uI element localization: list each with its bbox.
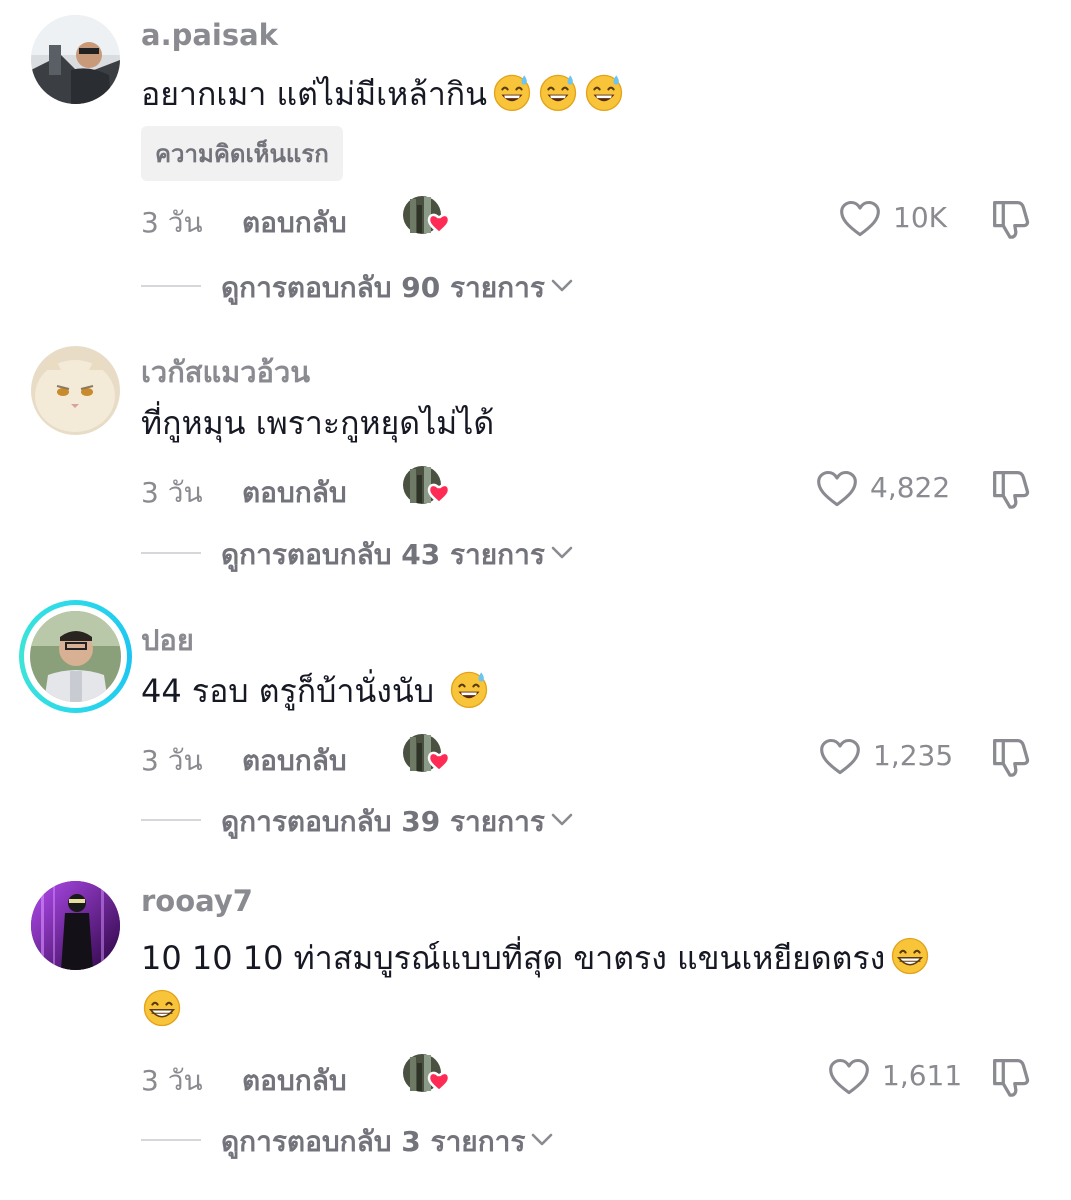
view-replies-label: ดูการตอบกลับ 43 รายการ <box>221 538 545 571</box>
view-replies-label: ดูการตอบกลับ 90 รายการ <box>221 271 545 304</box>
divider <box>141 819 201 821</box>
comment-text: 10 10 10 ท่าสมบูรณ์แบบที่สุด ขาตรง แขนเห… <box>141 932 931 1036</box>
comment-text-body: 44 รอบ ตรูก็บ้านั่งนับ <box>141 672 445 710</box>
sweat-smile-emoji <box>537 71 579 113</box>
reply-button[interactable]: ตอบกลับ <box>242 471 347 515</box>
reply-button[interactable]: ตอบกลับ <box>242 1059 347 1103</box>
comment-meta: 3 วัน ตอบกลับ 1,611 <box>141 1053 1041 1101</box>
heart-icon[interactable] <box>838 197 882 241</box>
comment-text: 44 รอบ ตรูก็บ้านั่งนับ <box>141 665 490 717</box>
chevron-down-icon <box>551 546 573 560</box>
divider <box>141 552 201 554</box>
comment-text: อยากเมา แต่ไม่มีเหล้ากิน <box>141 68 625 120</box>
comment-text-body: ที่กูหมุน เพราะกูหยุดไม่ได้ <box>141 404 495 442</box>
dislike-icon[interactable] <box>987 733 1033 779</box>
sweat-smile-emoji <box>448 668 490 710</box>
heart-icon[interactable] <box>827 1055 871 1099</box>
heart-icon[interactable] <box>815 467 859 511</box>
creator-liked-icon <box>402 195 452 239</box>
dislike-icon[interactable] <box>987 465 1033 511</box>
view-replies-button[interactable]: ดูการตอบกลับ 39 รายการ <box>141 800 841 840</box>
avatar[interactable] <box>31 15 120 104</box>
view-replies-label: ดูการตอบกลับ 39 รายการ <box>221 805 545 838</box>
view-replies-button[interactable]: ดูการตอบกลับ 3 รายการ <box>141 1120 841 1160</box>
sweat-smile-emoji <box>583 71 625 113</box>
comment-text-body: อยากเมา แต่ไม่มีเหล้ากิน <box>141 75 488 113</box>
like-count: 4,822 <box>870 471 951 504</box>
comment-username[interactable]: rooay7 <box>141 884 253 918</box>
reply-button[interactable]: ตอบกลับ <box>242 739 347 783</box>
view-replies-label: ดูการตอบกลับ 3 รายการ <box>221 1125 526 1158</box>
grin-emoji <box>141 987 183 1029</box>
comment-username[interactable]: a.paisak <box>141 18 278 52</box>
comment-username[interactable]: เวกัสแมวอ้วน <box>141 349 310 395</box>
avatar[interactable] <box>19 600 132 713</box>
dislike-icon[interactable] <box>987 195 1033 241</box>
comment-username[interactable]: ปอย <box>141 617 194 663</box>
view-replies-button[interactable]: ดูการตอบกลับ 43 รายการ <box>141 533 841 573</box>
like-count: 10K <box>893 201 947 234</box>
creator-liked-icon <box>402 465 452 509</box>
like-count: 1,611 <box>882 1059 963 1092</box>
comment-time: 3 วัน <box>141 1064 203 1097</box>
creator-liked-icon <box>402 1053 452 1097</box>
divider <box>141 285 201 287</box>
chevron-down-icon <box>551 813 573 827</box>
dislike-icon[interactable] <box>987 1053 1033 1099</box>
creator-liked-icon <box>402 733 452 777</box>
comment-time: 3 วัน <box>141 476 203 509</box>
comment-text: ที่กูหมุน เพราะกูหยุดไม่ได้ <box>141 397 494 449</box>
comment-meta: 3 วัน ตอบกลับ 10K <box>141 195 1041 243</box>
divider <box>141 1139 201 1141</box>
heart-icon[interactable] <box>818 735 862 779</box>
avatar[interactable] <box>31 346 120 435</box>
comment-meta: 3 วัน ตอบกลับ 1,235 <box>141 733 1041 781</box>
chevron-down-icon <box>531 1133 553 1147</box>
comment-text-body: 10 10 10 ท่าสมบูรณ์แบบที่สุด ขาตรง แขนเห… <box>141 939 886 977</box>
comment-meta: 3 วัน ตอบกลับ 4,822 <box>141 465 1041 513</box>
sweat-smile-emoji <box>491 71 533 113</box>
view-replies-button[interactable]: ดูการตอบกลับ 90 รายการ <box>141 266 841 306</box>
first-comment-badge: ความคิดเห็นแรก <box>141 126 343 181</box>
reply-button[interactable]: ตอบกลับ <box>242 201 347 245</box>
comment-time: 3 วัน <box>141 744 203 777</box>
like-count: 1,235 <box>873 739 954 772</box>
grin-emoji <box>889 935 931 977</box>
chevron-down-icon <box>551 279 573 293</box>
avatar[interactable] <box>31 881 120 970</box>
comment-time: 3 วัน <box>141 206 203 239</box>
